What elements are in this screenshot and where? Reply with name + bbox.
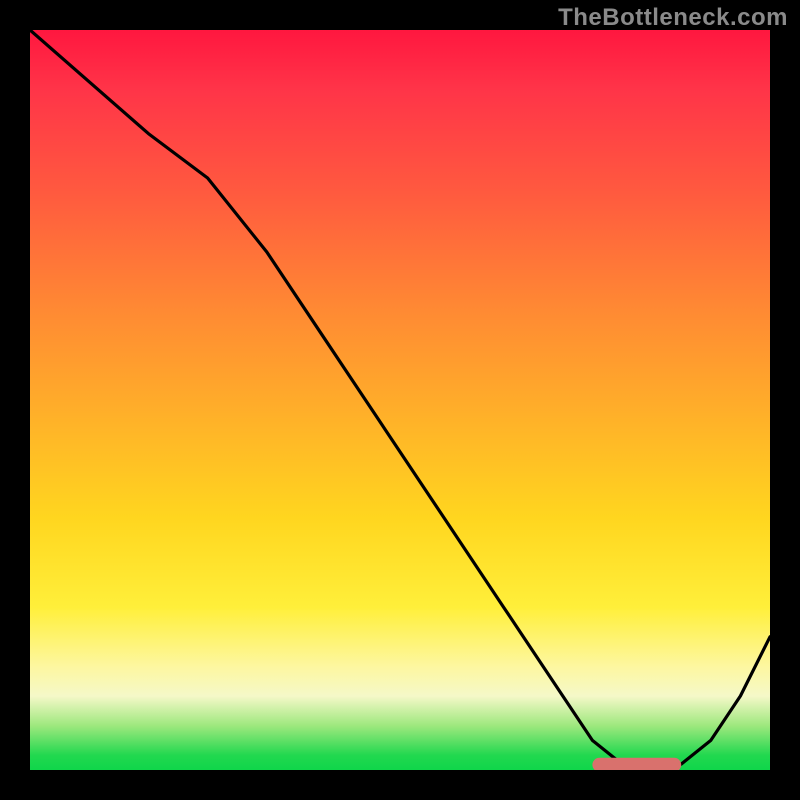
heat-gradient bbox=[30, 30, 770, 770]
chart-stage: TheBottleneck.com bbox=[0, 0, 800, 800]
plot-area bbox=[30, 30, 770, 770]
watermark-text: TheBottleneck.com bbox=[558, 4, 788, 32]
